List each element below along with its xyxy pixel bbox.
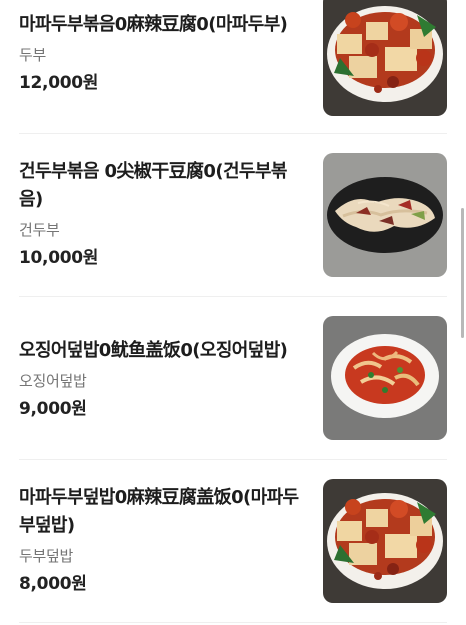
menu-item-price: 12,000원 [19, 73, 99, 93]
menu-item-description: 오징어덮밥 [19, 372, 87, 390]
menu-item-price: 9,000원 [19, 399, 87, 419]
menu-item-name: 마파두부덮밥0麻辣豆腐盖饭0(마파두부덮밥) [19, 487, 299, 536]
menu-item-name: 마파두부볶음0麻辣豆腐0(마파두부) [19, 14, 288, 35]
menu-item-description: 두부 [19, 46, 47, 64]
dried-tofu-image [323, 153, 447, 277]
menu-divider [19, 459, 447, 460]
mapo-tofu-rice-image [323, 479, 447, 603]
menu-item-price: 10,000원 [19, 248, 99, 268]
menu-list: 마파두부볶음0麻辣豆腐0(마파두부) 두부 12,000원 건두부볶음 0尖椒干… [0, 0, 466, 625]
menu-item-description: 건두부 [19, 221, 60, 239]
menu-divider [19, 622, 447, 623]
menu-item-info: 마파두부덮밥0麻辣豆腐盖饭0(마파두부덮밥) 두부덮밥 8,000원 [19, 484, 309, 596]
menu-item-info: 건두부볶음 0尖椒干豆腐0(건두부볶음) 건두부 10,000원 [19, 158, 309, 270]
menu-divider [19, 133, 447, 134]
menu-item-name: 건두부볶음 0尖椒干豆腐0(건두부볶음) [19, 161, 287, 210]
dried-tofu-stir-fry-photo[interactable] [323, 153, 447, 277]
menu-item-price: 8,000원 [19, 574, 87, 594]
menu-divider [19, 296, 447, 297]
menu-item-description: 두부덮밥 [19, 547, 74, 565]
mapo-tofu-food-photo[interactable] [323, 0, 447, 116]
mapo-tofu-image [323, 0, 447, 116]
menu-item-name: 오징어덮밥0鱿鱼盖饭0(오징어덮밥) [19, 340, 288, 361]
squid-rice-bowl-photo[interactable] [323, 316, 447, 440]
vertical-scrollbar[interactable] [461, 208, 464, 338]
menu-item-info: 마파두부볶음0麻辣豆腐0(마파두부) 두부 12,000원 [19, 11, 309, 95]
squid-rice-image [323, 316, 447, 440]
mapo-tofu-rice-photo[interactable] [323, 479, 447, 603]
menu-item-info: 오징어덮밥0鱿鱼盖饭0(오징어덮밥) 오징어덮밥 9,000원 [19, 337, 309, 421]
